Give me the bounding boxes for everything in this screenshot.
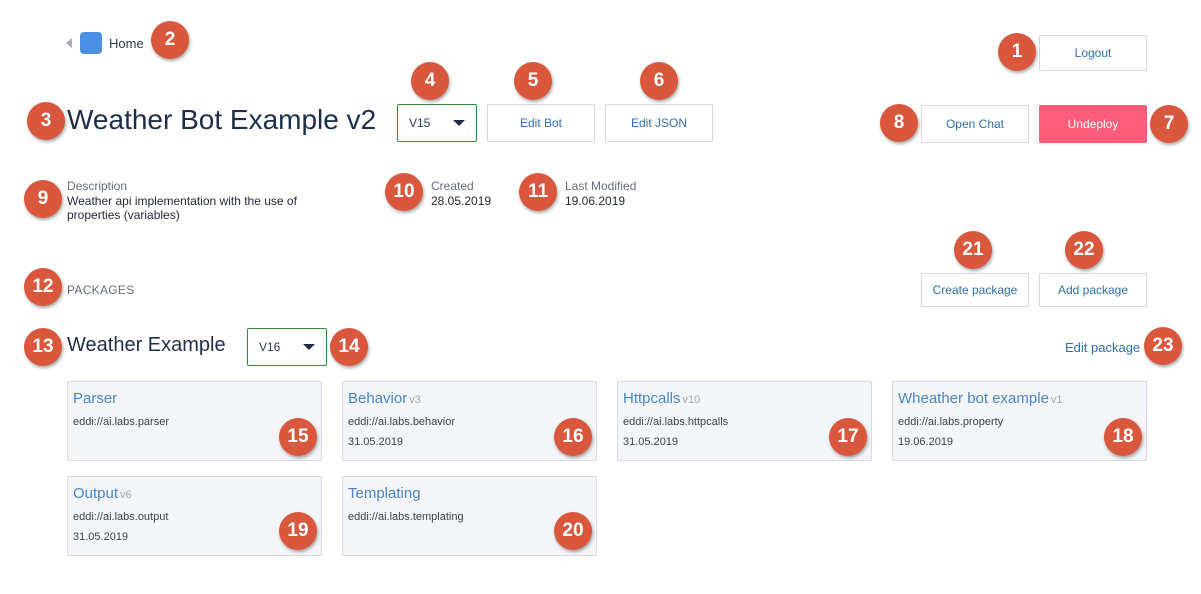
callout-badge: 20 xyxy=(554,512,592,550)
edit-bot-button[interactable]: Edit Bot xyxy=(487,104,595,142)
card-version: v3 xyxy=(409,394,421,406)
callout-badge: 8 xyxy=(880,104,918,142)
breadcrumb: Home xyxy=(66,32,144,54)
created-value: 28.05.2019 xyxy=(431,194,492,208)
packages-heading: PACKAGES xyxy=(67,283,135,297)
description-text-line1: Weather api implementation with the use … xyxy=(67,194,297,208)
edit-package-link[interactable]: Edit package xyxy=(1065,340,1140,355)
card-uri: eddi://ai.labs.parser xyxy=(73,416,169,428)
callout-badge: 12 xyxy=(24,268,62,306)
card-title: Wheather bot example xyxy=(898,390,1049,407)
description-label: Description xyxy=(67,179,128,193)
card-title: Behavior xyxy=(348,390,408,407)
callout-badge: 9 xyxy=(24,180,62,218)
card-version: v6 xyxy=(120,489,132,501)
card-uri: eddi://ai.labs.property xyxy=(898,416,1004,428)
card-uri: eddi://ai.labs.behavior xyxy=(348,416,456,428)
package-version-value: V16 xyxy=(259,340,281,354)
created-label: Created xyxy=(431,179,474,193)
callout-badge: 1 xyxy=(998,33,1036,71)
edit-json-button[interactable]: Edit JSON xyxy=(605,104,713,142)
card-title: Httpcalls xyxy=(623,390,681,407)
callout-badge: 10 xyxy=(385,173,423,211)
callout-badge: 2 xyxy=(151,21,189,59)
card-title: Templating xyxy=(348,485,421,502)
modified-label: Last Modified xyxy=(565,179,637,193)
callout-badge: 3 xyxy=(27,102,65,140)
back-arrow-icon[interactable] xyxy=(66,38,72,48)
callout-badge: 17 xyxy=(829,418,867,456)
logout-button[interactable]: Logout xyxy=(1039,35,1147,71)
description-text-line2: properties (variables) xyxy=(67,208,180,222)
description-block: Description Weather api implementation w… xyxy=(67,179,297,222)
callout-badge: 15 xyxy=(279,418,317,456)
card-title: Parser xyxy=(73,390,118,407)
package-title: Weather Example xyxy=(67,334,226,356)
callout-badge: 18 xyxy=(1104,418,1142,456)
callout-badge: 19 xyxy=(279,512,317,550)
open-chat-button[interactable]: Open Chat xyxy=(921,105,1029,143)
callout-badge: 7 xyxy=(1150,105,1188,143)
package-version-select[interactable]: V16 xyxy=(247,328,327,366)
bot-title: Weather Bot Example v2 xyxy=(67,104,377,135)
card-version: v10 xyxy=(682,394,701,406)
modified-value: 19.06.2019 xyxy=(565,194,626,208)
callout-badge: 5 xyxy=(514,62,552,100)
callout-badge: 6 xyxy=(640,62,678,100)
created-block: Created 28.05.2019 xyxy=(431,179,491,208)
callout-badge: 14 xyxy=(330,328,368,366)
card-uri: eddi://ai.labs.output xyxy=(73,511,169,523)
modified-block: Last Modified 19.06.2019 xyxy=(565,179,636,208)
undeploy-button[interactable]: Undeploy xyxy=(1039,105,1147,143)
callout-badge: 4 xyxy=(411,62,449,100)
callout-badge: 13 xyxy=(24,328,62,366)
bot-version-select[interactable]: V15 xyxy=(397,104,477,142)
bot-version-value: V15 xyxy=(409,116,431,130)
add-package-button[interactable]: Add package xyxy=(1039,273,1147,307)
chevron-down-icon xyxy=(303,344,315,350)
callout-badge: 22 xyxy=(1065,231,1103,269)
card-title: Output xyxy=(73,485,119,502)
card-uri: eddi://ai.labs.templating xyxy=(348,511,464,523)
callout-badge: 21 xyxy=(954,231,992,269)
create-package-button[interactable]: Create package xyxy=(921,273,1029,307)
callout-badge: 16 xyxy=(554,418,592,456)
home-link[interactable]: Home xyxy=(109,36,144,51)
card-uri: eddi://ai.labs.httpcalls xyxy=(623,416,729,428)
callout-badge: 11 xyxy=(519,173,557,211)
card-version: v1 xyxy=(1050,394,1063,406)
home-icon[interactable] xyxy=(80,32,102,54)
chevron-down-icon xyxy=(453,120,465,126)
callout-badge: 23 xyxy=(1144,327,1182,365)
